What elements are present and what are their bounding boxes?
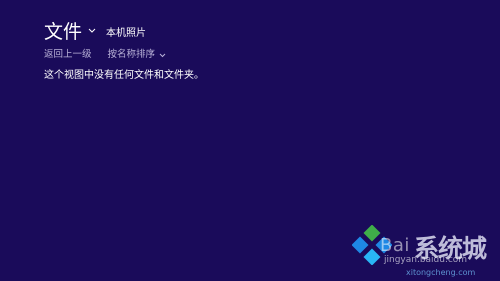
watermark-baidu-text: Bai bbox=[380, 235, 410, 256]
watermark: Bai 系统城 jingyan.baidu.com xitongcheng.co… bbox=[340, 213, 500, 281]
sort-by-name-button[interactable]: 按名称排序 bbox=[108, 49, 167, 61]
toolbar: 返回上一级 按名称排序 bbox=[44, 49, 166, 61]
page-title: 文件 bbox=[44, 21, 83, 43]
watermark-site-url: xitongcheng.com bbox=[406, 268, 476, 277]
title-dropdown-chevron-icon[interactable] bbox=[88, 18, 96, 37]
chevron-down-icon bbox=[159, 53, 166, 57]
location-label[interactable]: 本机照片 bbox=[106, 28, 146, 40]
go-up-button[interactable]: 返回上一级 bbox=[44, 49, 92, 61]
watermark-baidu-url: jingyan.baidu.com bbox=[384, 255, 468, 265]
header: 文件 本机照片 bbox=[44, 18, 146, 44]
empty-folder-message: 这个视图中没有任何文件和文件夹。 bbox=[44, 70, 204, 81]
sort-label: 按名称排序 bbox=[107, 49, 156, 60]
